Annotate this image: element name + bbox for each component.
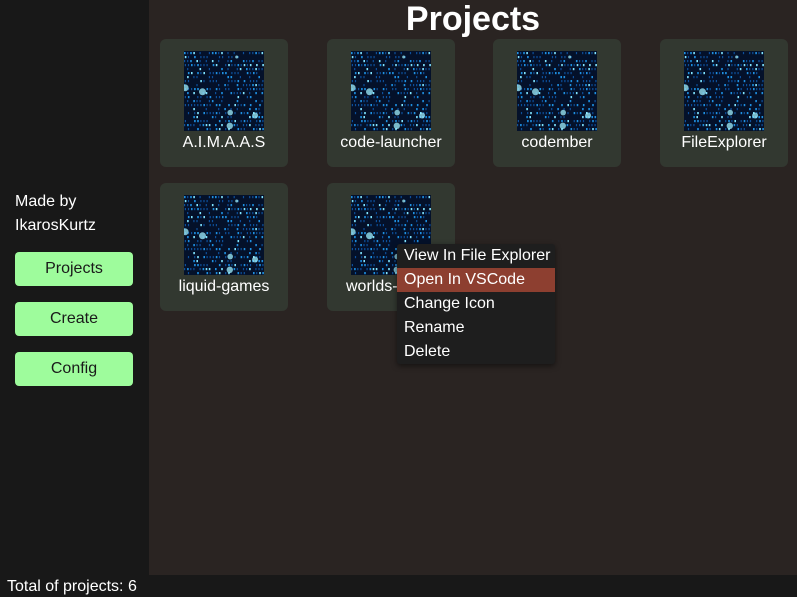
create-button[interactable]: Create xyxy=(15,302,133,336)
project-card[interactable]: liquid-games xyxy=(160,183,288,311)
menu-item-rename[interactable]: Rename xyxy=(397,316,555,340)
project-thumbnail-icon xyxy=(184,51,264,131)
sidebar: Made by IkarosKurtz Projects Create Conf… xyxy=(0,0,149,575)
page-title: Projects xyxy=(405,0,541,38)
made-by-label: Made by xyxy=(15,193,77,210)
binary-code-image xyxy=(684,51,764,131)
project-thumbnail-icon xyxy=(351,51,431,131)
project-thumbnail-icon xyxy=(684,51,764,131)
menu-item-view-in-file-explorer[interactable]: View In File Explorer xyxy=(397,244,555,268)
project-count: Total of projects: 6 xyxy=(7,578,137,595)
app-window: Made by IkarosKurtz Projects Create Conf… xyxy=(0,0,797,597)
menu-item-delete[interactable]: Delete xyxy=(397,340,555,364)
project-name: A.I.M.A.A.S xyxy=(182,134,266,151)
menu-item-change-icon[interactable]: Change Icon xyxy=(397,292,555,316)
project-card[interactable]: A.I.M.A.A.S xyxy=(160,39,288,167)
binary-code-image xyxy=(184,51,264,131)
project-thumbnail-icon xyxy=(184,195,264,275)
project-name: code-launcher xyxy=(340,134,442,151)
project-name: codember xyxy=(521,134,593,151)
menu-item-open-in-vscode[interactable]: Open In VSCode xyxy=(397,268,555,292)
project-card[interactable]: FileExplorer xyxy=(660,39,788,167)
binary-code-image xyxy=(517,51,597,131)
config-button[interactable]: Config xyxy=(15,352,133,386)
project-card[interactable]: codember xyxy=(493,39,621,167)
binary-code-image xyxy=(184,195,264,275)
projects-button[interactable]: Projects xyxy=(15,252,133,286)
project-name: liquid-games xyxy=(178,278,270,295)
status-bar: Total of projects: 6 xyxy=(0,575,797,597)
context-menu: View In File Explorer Open In VSCode Cha… xyxy=(397,244,555,364)
author-name: IkarosKurtz xyxy=(15,217,96,234)
binary-code-image xyxy=(351,51,431,131)
project-thumbnail-icon xyxy=(517,51,597,131)
author-credit: Made by IkarosKurtz xyxy=(15,190,96,238)
project-name: FileExplorer xyxy=(681,134,767,151)
project-card[interactable]: code-launcher xyxy=(327,39,455,167)
